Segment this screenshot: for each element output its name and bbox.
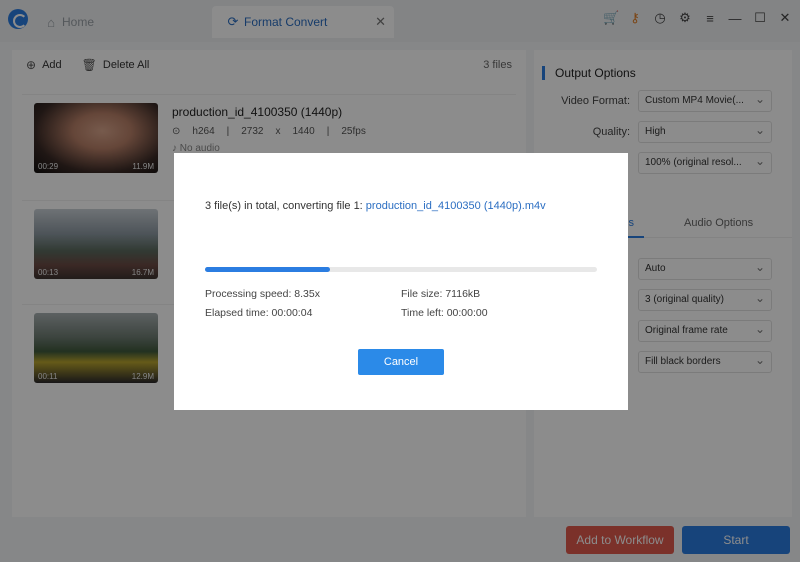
progress-bar bbox=[205, 267, 597, 272]
converting-file-name: production_id_4100350 (1440p).m4v bbox=[365, 200, 546, 212]
cancel-button[interactable]: Cancel bbox=[358, 349, 444, 375]
progress-fill bbox=[205, 267, 331, 272]
elapsed-time: Elapsed time: 00:00:04 bbox=[205, 307, 313, 319]
file-size: File size: 7116kB bbox=[401, 288, 481, 300]
processing-speed: Processing speed: 8.35x bbox=[205, 288, 320, 300]
time-left: Time left: 00:00:00 bbox=[401, 307, 488, 319]
conversion-message-prefix: 3 file(s) in total, converting file 1: bbox=[205, 200, 366, 212]
conversion-message: 3 file(s) in total, converting file 1: p… bbox=[205, 200, 546, 212]
conversion-progress-dialog: 3 file(s) in total, converting file 1: p… bbox=[174, 153, 628, 410]
